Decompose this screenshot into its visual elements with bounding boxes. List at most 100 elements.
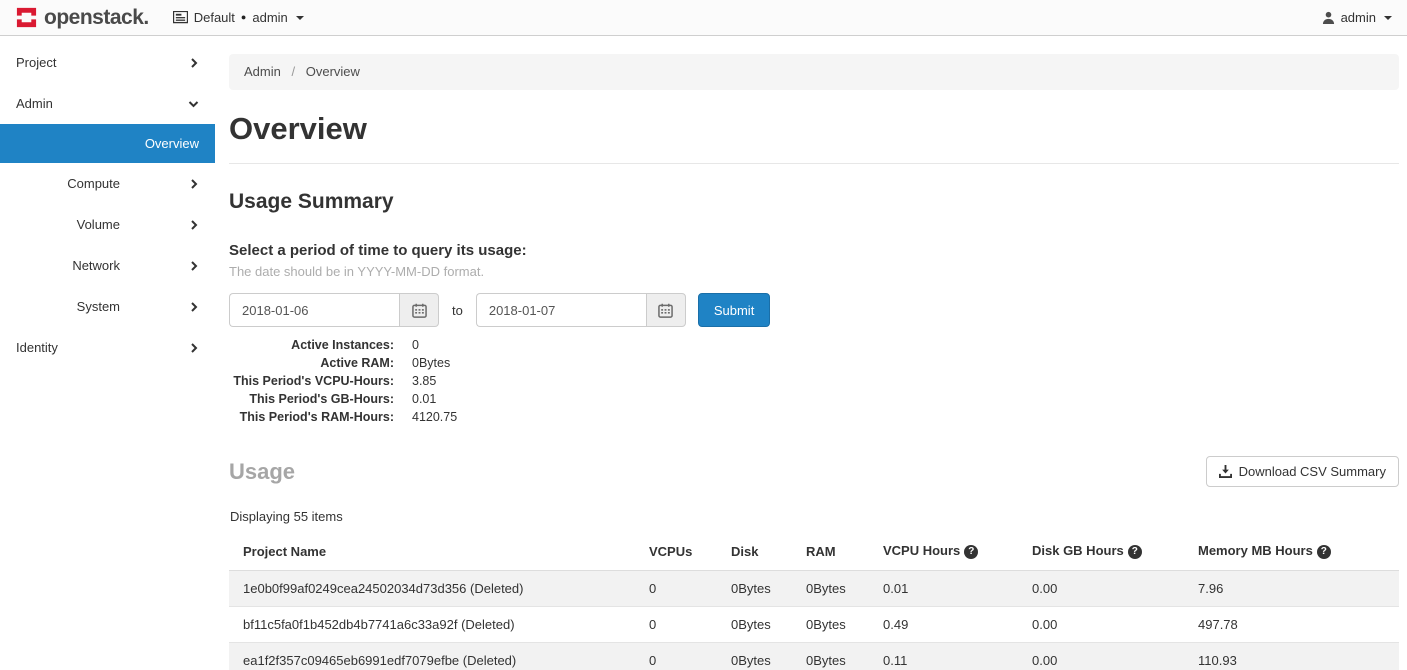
stat-value: 4120.75 [412,409,1399,426]
stat-label: Active Instances: [229,337,394,354]
sidebar-item-volume[interactable]: Volume [0,204,215,245]
date-range-form: to Submit [229,293,1399,327]
date-from-input[interactable] [229,293,399,327]
stat-value: 0.01 [412,391,1399,408]
usage-title: Usage [229,459,295,485]
usage-summary-title: Usage Summary [229,190,1399,214]
sidebar-item-label: Volume [77,217,120,232]
chevron-right-icon [189,343,199,353]
breadcrumb: Admin / Overview [229,54,1399,90]
chevron-right-icon [189,179,199,189]
context-project: admin [252,10,287,25]
sidebar-item-label: Compute [67,176,120,191]
sidebar-item-label: Project [16,55,56,70]
col-ram[interactable]: RAM [798,533,875,571]
calendar-icon-button[interactable] [399,293,439,327]
breadcrumb-link-admin[interactable]: Admin [244,64,281,79]
breadcrumb-separator: / [291,64,295,79]
help-icon[interactable]: ? [1317,545,1331,559]
breadcrumb-current: Overview [306,64,360,79]
usage-table: Project Name VCPUs Disk RAM VCPU Hours? … [229,533,1399,670]
dot-separator-icon: ● [241,13,246,22]
cell-ram: 0Bytes [798,607,875,643]
sidebar-item-label: Identity [16,340,58,355]
sidebar-item-overview-active[interactable]: Overview [0,124,215,163]
sidebar-item-identity[interactable]: Identity [0,327,215,368]
chevron-right-icon [189,220,199,230]
cell-vcpus: 0 [641,643,723,670]
sidebar: Project Admin Overview Compute Volume Ne… [0,36,215,670]
stat-value: 3.85 [412,373,1399,390]
stat-label: This Period's VCPU-Hours: [229,373,394,390]
cell-project-name: ea1f2f357c09465eb6991edf7079efbe (Delete… [229,643,641,670]
sidebar-item-admin[interactable]: Admin [0,83,215,124]
sidebar-item-label: Admin [16,96,53,111]
sidebar-item-project[interactable]: Project [0,42,215,83]
cell-vcpus: 0 [641,571,723,607]
main-content: Admin / Overview Overview Usage Summary … [215,36,1407,670]
stat-label: This Period's GB-Hours: [229,391,394,408]
user-menu[interactable]: admin [1322,10,1392,25]
items-count: Displaying 55 items [230,509,1399,524]
table-header-row: Project Name VCPUs Disk RAM VCPU Hours? … [229,533,1399,571]
cell-memory-mb-hours: 7.96 [1190,571,1399,607]
sidebar-item-label: Overview [145,136,199,151]
cell-disk: 0Bytes [723,571,798,607]
context-switcher[interactable]: Default ● admin [173,10,304,25]
cell-project-name: bf11c5fa0f1b452db4b7741a6c33a92f (Delete… [229,607,641,643]
calendar-icon-button[interactable] [646,293,686,327]
cell-ram: 0Bytes [798,571,875,607]
col-disk[interactable]: Disk [723,533,798,571]
page-title: Overview [229,111,1399,147]
cell-disk-gb-hours: 0.00 [1024,607,1190,643]
chevron-down-icon [188,99,199,109]
col-project-name[interactable]: Project Name [229,533,641,571]
cell-vcpus: 0 [641,607,723,643]
col-vcpu-hours[interactable]: VCPU Hours? [875,533,1024,571]
to-label: to [452,303,463,318]
cell-ram: 0Bytes [798,643,875,670]
query-prompt: Select a period of time to query its usa… [229,242,1399,259]
table-row: 1e0b0f99af0249cea24502034d73d356 (Delete… [229,571,1399,607]
brand-link[interactable]: openstack. [15,6,149,30]
chevron-down-icon [1384,16,1392,20]
cell-memory-mb-hours: 110.93 [1190,643,1399,670]
help-icon[interactable]: ? [964,545,978,559]
date-from-group [229,293,439,327]
brand-text: openstack. [44,6,149,30]
sidebar-item-compute[interactable]: Compute [0,163,215,204]
help-icon[interactable]: ? [1128,545,1142,559]
context-domain: Default [194,10,235,25]
col-vcpus[interactable]: VCPUs [641,533,723,571]
submit-button[interactable]: Submit [698,293,770,327]
cell-vcpu-hours: 0.01 [875,571,1024,607]
cell-memory-mb-hours: 497.78 [1190,607,1399,643]
usage-stats: Active Instances: 0 Active RAM: 0Bytes T… [229,337,1399,426]
cell-disk-gb-hours: 0.00 [1024,571,1190,607]
download-icon [1219,465,1232,478]
divider [229,163,1399,164]
cell-disk: 0Bytes [723,607,798,643]
cell-vcpu-hours: 0.11 [875,643,1024,670]
cell-vcpu-hours: 0.49 [875,607,1024,643]
cell-project-name: 1e0b0f99af0249cea24502034d73d356 (Delete… [229,571,641,607]
download-csv-button[interactable]: Download CSV Summary [1206,456,1399,487]
col-disk-gb-hours[interactable]: Disk GB Hours? [1024,533,1190,571]
date-to-group [476,293,686,327]
openstack-logo-icon [15,6,38,29]
top-navbar: openstack. Default ● admin admin [0,0,1407,36]
chevron-right-icon [189,261,199,271]
date-to-input[interactable] [476,293,646,327]
stat-value: 0 [412,337,1399,354]
usage-section-header: Usage Download CSV Summary [229,456,1399,487]
sidebar-item-network[interactable]: Network [0,245,215,286]
download-csv-label: Download CSV Summary [1239,464,1386,479]
sidebar-item-label: System [77,299,120,314]
table-row: bf11c5fa0f1b452db4b7741a6c33a92f (Delete… [229,607,1399,643]
sidebar-item-system[interactable]: System [0,286,215,327]
cell-disk-gb-hours: 0.00 [1024,643,1190,670]
stat-value: 0Bytes [412,355,1399,372]
col-memory-mb-hours[interactable]: Memory MB Hours? [1190,533,1399,571]
chevron-down-icon [296,16,304,20]
cell-disk: 0Bytes [723,643,798,670]
